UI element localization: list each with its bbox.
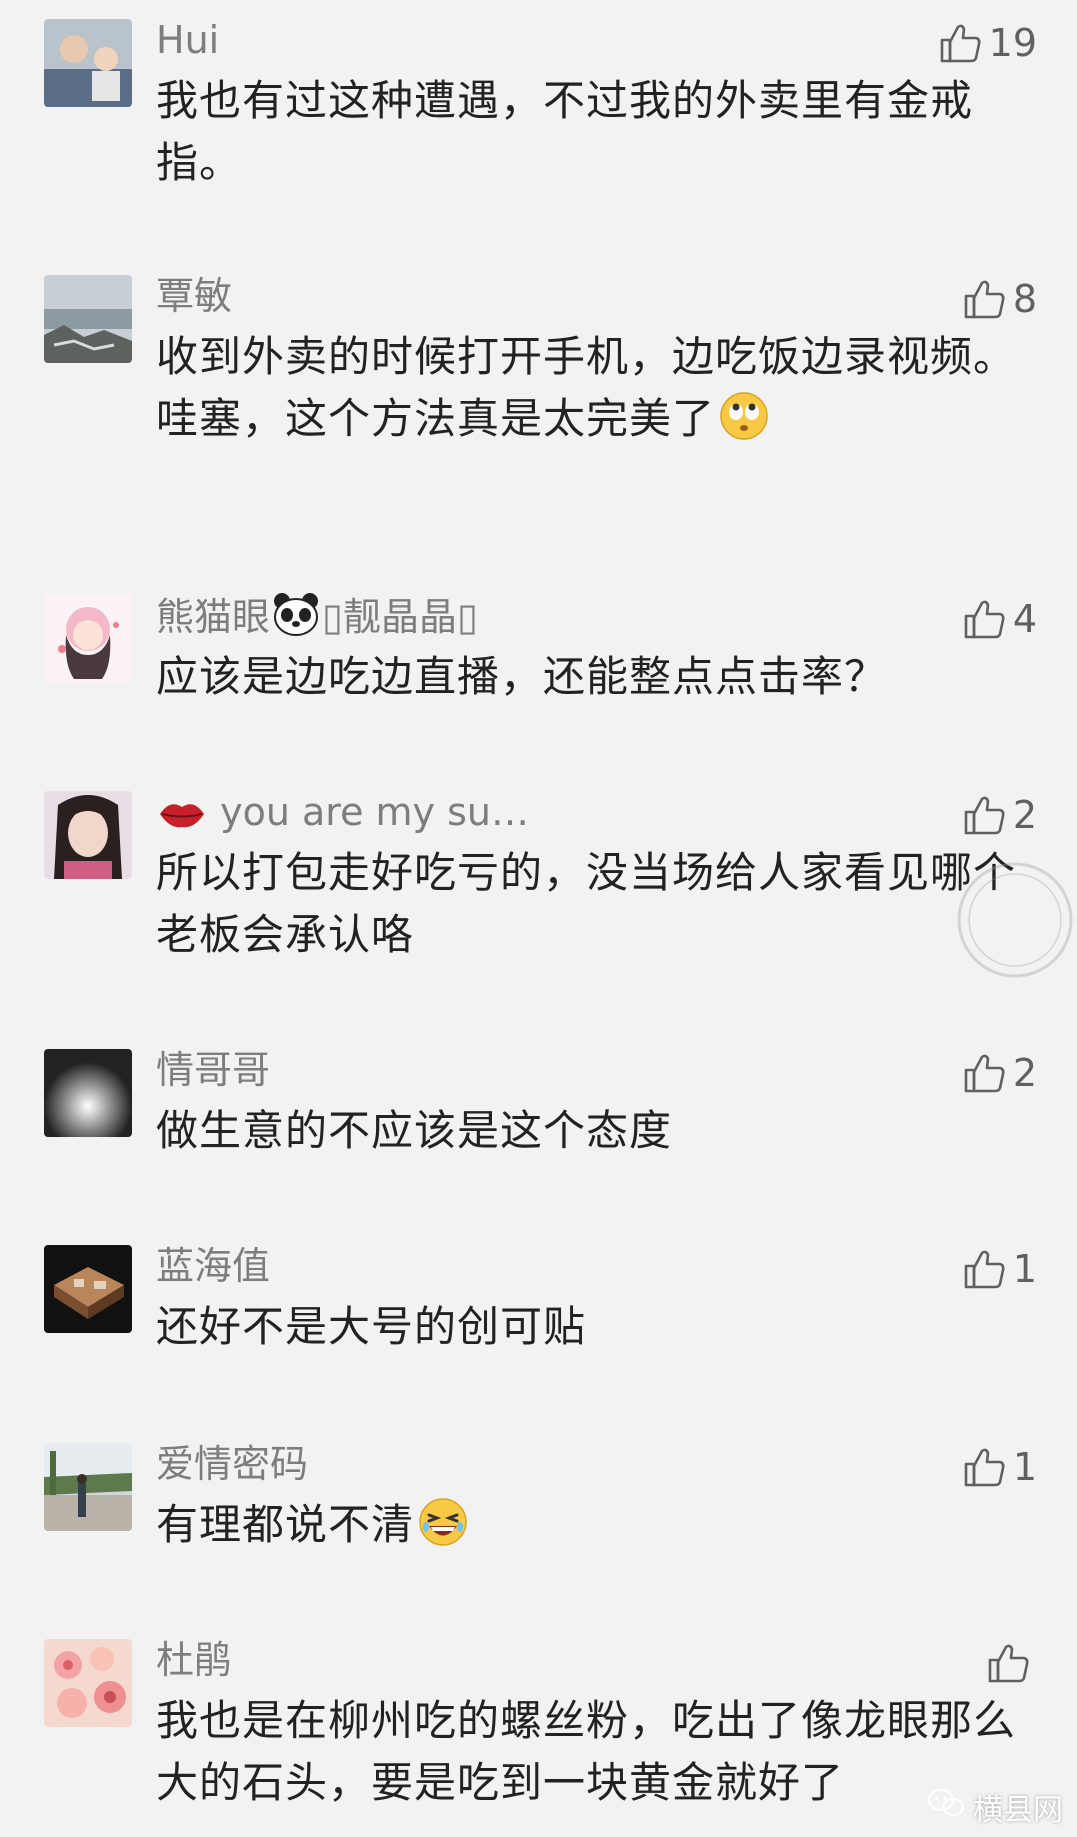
avatar[interactable] (44, 1245, 132, 1333)
comment-text: 应该是边吃边直播，还能整点点击率？ (156, 652, 888, 701)
like-button[interactable]: 2 (963, 790, 1037, 840)
comment-author[interactable]: 熊猫眼 ▯靓晶晶▯ (156, 592, 478, 647)
comment-text: 收到外卖的时候打开手机，边吃饭边录视频。 哇塞，这个方法真是太完美了 (156, 332, 1017, 443)
thumbs-up-icon (963, 793, 1007, 837)
watermark-brand: 横县网 (927, 1785, 1063, 1829)
wechat-icon (927, 1787, 965, 1827)
avatar[interactable] (44, 1639, 132, 1727)
thumbs-up-icon (963, 1445, 1007, 1489)
avatar[interactable] (44, 19, 132, 107)
like-button[interactable]: 1 (963, 1244, 1037, 1294)
thumbs-up-icon (963, 1247, 1007, 1291)
comment-author[interactable]: 情哥哥 (156, 1046, 270, 1094)
comment-text: 还好不是大号的创可贴 (156, 1302, 587, 1351)
thumbs-up-icon (939, 21, 983, 65)
comment-text: 有理都说不清 (156, 1494, 1026, 1556)
comment-author[interactable]: 覃敏 (156, 272, 232, 320)
comment-text: 所以打包走好吃亏的，没当场给人家看见哪个老板会承认咯 (156, 848, 1017, 959)
lips-emoji (158, 794, 206, 842)
like-count: 2 (1012, 793, 1037, 837)
like-button[interactable]: 19 (939, 18, 1037, 68)
comment-author[interactable]: Hui (156, 16, 219, 64)
like-count: 19 (988, 21, 1037, 65)
thumbs-up-icon (963, 277, 1007, 321)
panda-emoji (272, 592, 320, 647)
comment-text: 做生意的不应该是这个态度 (156, 1106, 673, 1155)
avatar[interactable] (44, 1049, 132, 1137)
comment-text: 我也有过这种遭遇，不过我的外卖里有金戒指。 (156, 76, 974, 187)
like-count: 1 (1012, 1445, 1037, 1489)
like-count: 4 (1012, 597, 1037, 641)
thumbs-up-icon (963, 1051, 1007, 1095)
comment-author[interactable]: 蓝海值 (156, 1242, 270, 1290)
like-count: 1 (1012, 1247, 1037, 1291)
laughing-emoji (418, 1497, 468, 1547)
like-count: 8 (1012, 277, 1037, 321)
like-button[interactable]: 4 (963, 594, 1037, 644)
avatar[interactable] (44, 791, 132, 879)
like-button[interactable]: 8 (963, 274, 1037, 324)
watermark-stamp (955, 860, 1075, 980)
avatar[interactable] (44, 595, 132, 683)
thumbs-up-icon (987, 1641, 1031, 1685)
comment-author[interactable]: 爱情密码 (156, 1440, 308, 1488)
avatar[interactable] (44, 275, 132, 363)
comment-author[interactable]: you are my su… (156, 788, 529, 842)
avatar[interactable] (44, 1443, 132, 1531)
rolling-eyes-emoji (719, 391, 769, 441)
like-count: 2 (1012, 1051, 1037, 1095)
comment-author[interactable]: 杜鹃 (156, 1636, 232, 1684)
comment-text: 我也是在柳州吃的螺丝粉，吃出了像龙眼那么大的石头，要是吃到一块黄金就好了 (156, 1696, 1017, 1807)
like-button[interactable]: 2 (963, 1048, 1037, 1098)
like-button[interactable]: 1 (963, 1442, 1037, 1492)
thumbs-up-icon (963, 597, 1007, 641)
like-button[interactable] (987, 1638, 1037, 1688)
